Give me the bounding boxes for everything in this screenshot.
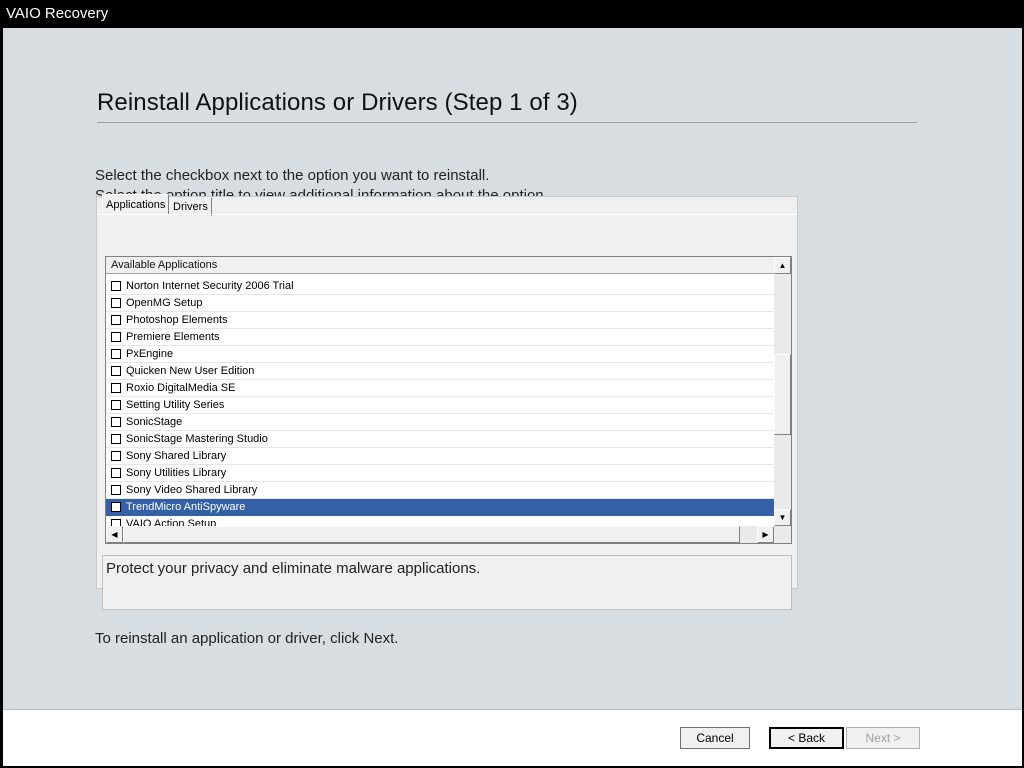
checkbox[interactable] xyxy=(111,417,121,427)
list-item-label[interactable]: Sony Video Shared Library xyxy=(126,482,257,499)
page-title: Reinstall Applications or Drivers (Step … xyxy=(97,89,578,116)
list-item-label[interactable]: PxEngine xyxy=(126,346,173,363)
list-item[interactable]: Premiere Elements xyxy=(106,329,774,346)
list-item[interactable]: Photoshop Elements xyxy=(106,312,774,329)
applications-list: Available Applications Norton Internet S… xyxy=(105,256,792,544)
horizontal-scroll-thumb[interactable] xyxy=(123,526,740,543)
tab-applications[interactable]: Applications xyxy=(102,194,170,214)
instruction-line-1: Select the checkbox next to the option y… xyxy=(95,167,490,184)
list-item-label[interactable]: Premiere Elements xyxy=(126,329,220,346)
checkbox[interactable] xyxy=(111,383,121,393)
list-item-label[interactable]: Sony Shared Library xyxy=(126,448,226,465)
list-item[interactable]: Roxio DigitalMedia SE xyxy=(106,380,774,397)
checkbox[interactable] xyxy=(111,315,121,325)
list-item-label[interactable]: SonicStage Mastering Studio xyxy=(126,431,268,448)
list-item[interactable]: Sony Utilities Library xyxy=(106,465,774,482)
list-item-label[interactable]: Photoshop Elements xyxy=(126,312,228,329)
checkbox[interactable] xyxy=(111,468,121,478)
checkbox[interactable] xyxy=(111,451,121,461)
list-item[interactable]: Sony Video Shared Library xyxy=(106,482,774,499)
list-item-label[interactable]: Roxio DigitalMedia SE xyxy=(126,380,235,397)
vertical-scroll-thumb[interactable] xyxy=(774,354,791,435)
scroll-right-arrow-icon[interactable]: ▶ xyxy=(757,526,774,543)
title-divider xyxy=(97,122,917,123)
horizontal-scrollbar[interactable]: ◀ ▶ xyxy=(106,526,791,543)
footer-instruction: To reinstall an application or driver, c… xyxy=(95,630,399,647)
list-item[interactable]: OpenMG Setup xyxy=(106,295,774,312)
list-item-label[interactable]: OpenMG Setup xyxy=(126,295,202,312)
checkbox[interactable] xyxy=(111,434,121,444)
checkbox[interactable] xyxy=(111,298,121,308)
next-button[interactable]: Next > xyxy=(846,727,920,749)
list-item[interactable]: PxEngine xyxy=(106,346,774,363)
title-bar: VAIO Recovery xyxy=(0,0,1024,28)
scroll-down-arrow-icon[interactable]: ▼ xyxy=(774,509,791,526)
cancel-button[interactable]: Cancel xyxy=(680,727,750,749)
window-title: VAIO Recovery xyxy=(6,5,109,22)
list-item-label[interactable]: Sony Utilities Library xyxy=(126,465,226,482)
checkbox[interactable] xyxy=(111,502,121,512)
list-item-label[interactable]: SonicStage xyxy=(126,414,182,431)
list-rows: Norton Internet Security 2006 Trial OpenM… xyxy=(106,278,774,533)
list-item-label[interactable]: Setting Utility Series xyxy=(126,397,224,414)
list-item[interactable]: Quicken New User Edition xyxy=(106,363,774,380)
list-item[interactable]: Norton Internet Security 2006 Trial xyxy=(106,278,774,295)
vertical-scrollbar[interactable]: ▲ ▼ xyxy=(774,257,791,526)
scroll-up-arrow-icon[interactable]: ▲ xyxy=(774,257,791,274)
list-item[interactable]: Setting Utility Series xyxy=(106,397,774,414)
checkbox[interactable] xyxy=(111,400,121,410)
list-item-label[interactable]: TrendMicro AntiSpyware xyxy=(126,499,245,516)
option-description: Protect your privacy and eliminate malwa… xyxy=(102,555,792,610)
back-button[interactable]: < Back xyxy=(769,727,844,749)
list-item-label[interactable]: Quicken New User Edition xyxy=(126,363,254,380)
scroll-left-arrow-icon[interactable]: ◀ xyxy=(106,526,123,543)
checkbox[interactable] xyxy=(111,332,121,342)
list-item[interactable]: TrendMicro AntiSpyware xyxy=(106,499,774,516)
list-column-header[interactable]: Available Applications xyxy=(106,257,774,274)
checkbox[interactable] xyxy=(111,485,121,495)
list-item[interactable]: SonicStage Mastering Studio xyxy=(106,431,774,448)
checkbox[interactable] xyxy=(111,281,121,291)
checkbox[interactable] xyxy=(111,349,121,359)
list-item[interactable]: Sony Shared Library xyxy=(106,448,774,465)
checkbox[interactable] xyxy=(111,366,121,376)
list-item-label[interactable]: Norton Internet Security 2006 Trial xyxy=(126,278,294,295)
list-item[interactable]: SonicStage xyxy=(106,414,774,431)
